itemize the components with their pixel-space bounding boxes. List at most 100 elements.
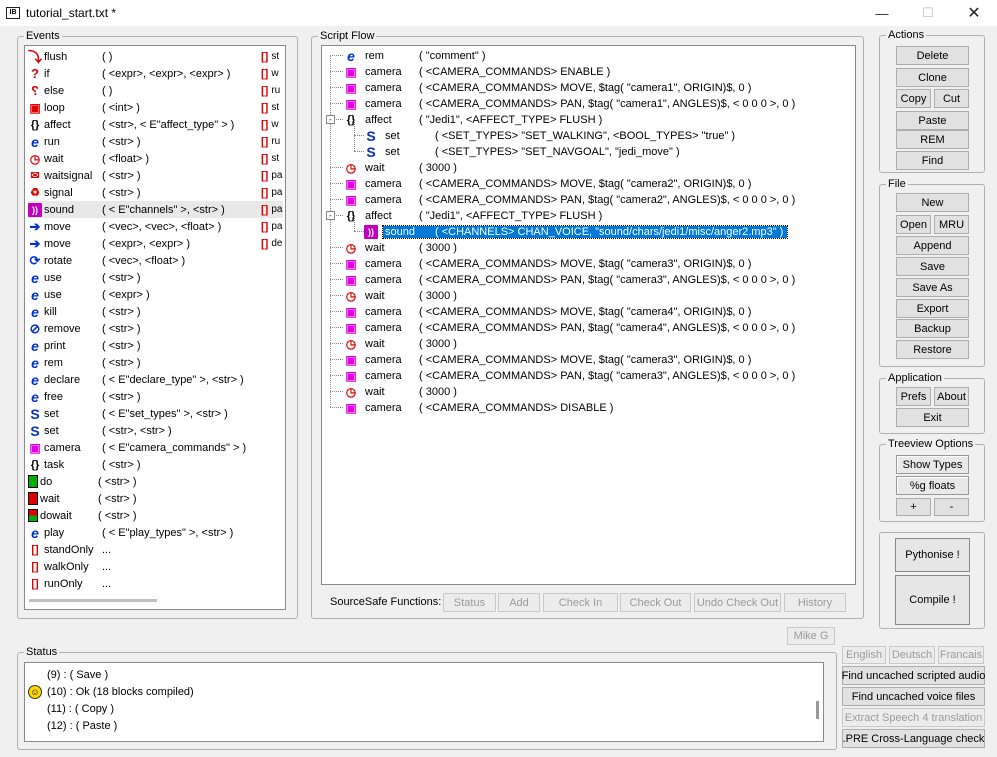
event-item[interactable]: {} affect ( <str>, < E"affect_type" > ) [] w: [28, 116, 283, 133]
exit-button[interactable]: Exit: [896, 408, 969, 427]
sourcesafe-check-out-button[interactable]: Check Out: [620, 593, 691, 612]
show-types-toggle[interactable]: Show Types: [896, 455, 969, 474]
script-flow-node[interactable]: ▣ camera ( <CAMERA_COMMANDS> MOVE, $tag( "…: [344, 255, 753, 272]
events-hscroll-thumb[interactable]: [29, 599, 157, 602]
script-flow-node[interactable]: {} affect ( "Jedi1", <AFFECT_TYPE> FLUSH ): [344, 207, 604, 224]
find-button[interactable]: Find: [896, 151, 969, 170]
english-button[interactable]: English: [842, 646, 886, 664]
script-flow-node[interactable]: ▣ camera ( <CAMERA_COMMANDS> MOVE, $tag( "…: [344, 351, 753, 368]
deutsch-button[interactable]: Deutsch: [889, 646, 935, 664]
script-flow-node[interactable]: ▣ camera ( <CAMERA_COMMANDS> PAN, $tag( "c…: [344, 271, 797, 288]
event-item[interactable]: dowait ( <str> ): [28, 507, 283, 524]
expand-plus-button[interactable]: +: [896, 498, 931, 516]
new-button[interactable]: New: [896, 193, 969, 212]
script-flow-node[interactable]: ▣ camera ( <CAMERA_COMMANDS> PAN, $tag( "c…: [344, 191, 797, 208]
rem-button[interactable]: REM: [896, 130, 969, 149]
script-flow-node[interactable]: e rem ( "comment" ): [344, 47, 487, 64]
collapse-minus-button[interactable]: -: [934, 498, 969, 516]
script-flow-node[interactable]: ◷ wait ( 3000 ): [344, 239, 459, 256]
event-item[interactable]: ◷ wait ( <float> ) [] st: [28, 150, 283, 167]
close-icon[interactable]: ✕: [951, 0, 997, 26]
script-flow-node[interactable]: )) sound ( <CHANNELS> CHAN_VOICE, "sound/c…: [364, 223, 789, 240]
open-button[interactable]: Open: [896, 215, 931, 234]
script-flow-node[interactable]: ▣ camera ( <CAMERA_COMMANDS> MOVE, $tag( "…: [344, 175, 753, 192]
event-item[interactable]: ⤵ flush ( ) [] st: [28, 48, 283, 65]
event-item[interactable]: ✉ waitsignal ( <str> ) [] pa: [28, 167, 283, 184]
event-item[interactable]: ▣ camera ( < E"camera_commands" > ): [28, 439, 283, 456]
francais-button[interactable]: Francais: [938, 646, 984, 664]
clone-button[interactable]: Clone: [896, 68, 969, 87]
event-item[interactable]: e kill ( <str> ): [28, 303, 283, 320]
about-button[interactable]: About: [934, 387, 969, 406]
prefs-button[interactable]: Prefs: [896, 387, 931, 406]
find-uncached-audio-button[interactable]: Find uncached scripted audio: [842, 666, 985, 685]
user-button[interactable]: Mike G: [787, 627, 835, 645]
script-flow-node[interactable]: ▣ camera ( <CAMERA_COMMANDS> PAN, $tag( "c…: [344, 367, 797, 384]
event-item[interactable]: {} task ( <str> ): [28, 456, 283, 473]
event-item[interactable]: ♻ signal ( <str> ) [] pa: [28, 184, 283, 201]
event-item[interactable]: e print ( <str> ): [28, 337, 283, 354]
g-floats-toggle[interactable]: %g floats: [896, 476, 969, 495]
status-log[interactable]: (9) : ( Save ) ☺ (10) : Ok (18 blocks comp…: [24, 662, 824, 742]
sourcesafe-history-button[interactable]: History: [784, 593, 846, 612]
event-item[interactable]: e run ( <str> ) [] ru: [28, 133, 283, 150]
find-uncached-voice-button[interactable]: Find uncached voice files: [842, 687, 985, 706]
event-item[interactable]: ? else ( ) [] ru: [28, 82, 283, 99]
backup-button[interactable]: Backup: [896, 319, 969, 338]
cut-button[interactable]: Cut: [934, 89, 969, 108]
script-flow-node[interactable]: ▣ camera ( <CAMERA_COMMANDS> ENABLE ): [344, 63, 612, 80]
event-item[interactable]: Sset ( <str>, <str> ): [28, 422, 283, 439]
script-flow-node[interactable]: ◷ wait ( 3000 ): [344, 383, 459, 400]
script-flow-node[interactable]: ▣ camera ( <CAMERA_COMMANDS> PAN, $tag( "c…: [344, 319, 797, 336]
minimize-icon[interactable]: —: [859, 0, 905, 26]
event-item[interactable]: )) sound ( < E"channels" >, <str> ) [] pa: [28, 201, 283, 218]
sourcesafe-check-in-button[interactable]: Check In: [543, 593, 618, 612]
maximize-icon[interactable]: ☐: [905, 0, 951, 26]
copy-button[interactable]: Copy: [896, 89, 931, 108]
script-flow-node[interactable]: ▣ camera ( <CAMERA_COMMANDS> MOVE, $tag( "…: [344, 79, 753, 96]
pythonise-button[interactable]: Pythonise !: [895, 538, 970, 572]
tree-collapse-toggle[interactable]: -: [326, 211, 335, 220]
extract-speech-button[interactable]: Extract Speech 4 translation: [842, 708, 985, 727]
save-button[interactable]: Save: [896, 257, 969, 276]
pre-cross-language-button[interactable]: .PRE Cross-Language check: [842, 729, 985, 748]
paste-button[interactable]: Paste: [896, 111, 969, 130]
event-item[interactable]: ⟳ rotate ( <vec>, <float> ): [28, 252, 283, 269]
script-flow-node[interactable]: Sset ( <SET_TYPES> "SET_NAVGOAL", "jedi_m…: [364, 143, 682, 160]
event-item[interactable]: [] runOnly...: [28, 575, 283, 592]
sourcesafe-add-button[interactable]: Add: [498, 593, 540, 612]
script-flow-node[interactable]: ◷ wait ( 3000 ): [344, 287, 459, 304]
script-flow-node[interactable]: ◷ wait ( 3000 ): [344, 335, 459, 352]
event-item[interactable]: e play ( < E"play_types" >, <str> ): [28, 524, 283, 541]
event-item[interactable]: [] standOnly...: [28, 541, 283, 558]
script-flow-node[interactable]: ▣ camera ( <CAMERA_COMMANDS> DISABLE ): [344, 399, 615, 416]
event-item[interactable]: ▣ loop ( <int> ) [] st: [28, 99, 283, 116]
export-button[interactable]: Export: [896, 299, 969, 318]
script-flow-node[interactable]: ◷ wait ( 3000 ): [344, 159, 459, 176]
save-as-button[interactable]: Save As: [896, 278, 969, 297]
event-item[interactable]: ⊘ remove ( <str> ): [28, 320, 283, 337]
restore-button[interactable]: Restore: [896, 340, 969, 359]
event-item[interactable]: e use ( <expr> ): [28, 286, 283, 303]
event-item[interactable]: [] walkOnly...: [28, 558, 283, 575]
append-button[interactable]: Append: [896, 236, 969, 255]
event-item[interactable]: e use ( <str> ): [28, 269, 283, 286]
event-item[interactable]: ➔ move ( <vec>, <vec>, <float> ) [] pa: [28, 218, 283, 235]
compile-button[interactable]: Compile !: [895, 575, 970, 625]
event-item[interactable]: ? if ( <expr>, <expr>, <expr> ) [] w: [28, 65, 283, 82]
event-item[interactable]: e declare ( < E"declare_type" >, <str> ): [28, 371, 283, 388]
sourcesafe-undo-check-out-button[interactable]: Undo Check Out: [694, 593, 781, 612]
script-flow-node[interactable]: ▣ camera ( <CAMERA_COMMANDS> PAN, $tag( "c…: [344, 95, 797, 112]
event-item[interactable]: do ( <str> ): [28, 473, 283, 490]
script-flow-node[interactable]: {} affect ( "Jedi1", <AFFECT_TYPE> FLUSH ): [344, 111, 604, 128]
script-flow-node[interactable]: Sset ( <SET_TYPES> "SET_WALKING", <BOOL_T…: [364, 127, 737, 144]
script-flow-node[interactable]: ▣ camera ( <CAMERA_COMMANDS> MOVE, $tag( "…: [344, 303, 753, 320]
mru-button[interactable]: MRU: [934, 215, 969, 234]
event-item[interactable]: ➔ move ( <expr>, <expr> ) [] de: [28, 235, 283, 252]
sourcesafe-status-button[interactable]: Status: [443, 593, 496, 612]
events-list[interactable]: ⤵ flush( )[] st? if( <expr>, <expr>, <expr>…: [24, 45, 286, 610]
delete-button[interactable]: Delete: [896, 46, 969, 65]
event-item[interactable]: e free ( <str> ): [28, 388, 283, 405]
tree-collapse-toggle[interactable]: -: [326, 115, 335, 124]
event-item[interactable]: wait ( <str> ): [28, 490, 283, 507]
